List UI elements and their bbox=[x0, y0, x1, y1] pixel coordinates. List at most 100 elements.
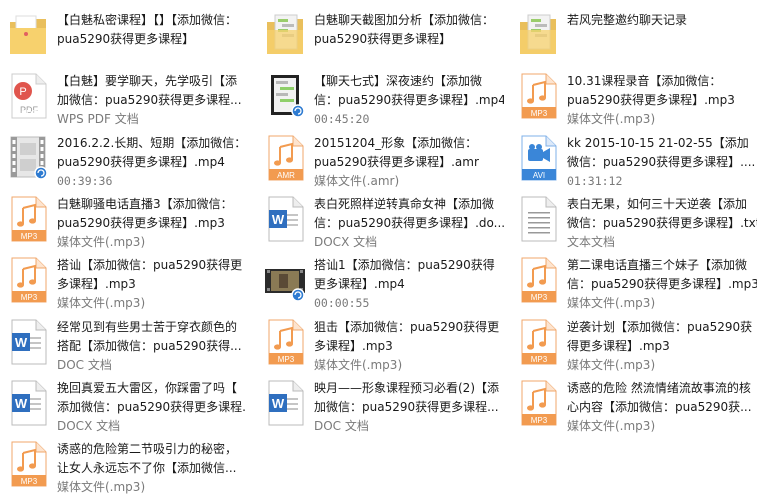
file-type-badge: MP3 bbox=[278, 355, 295, 364]
video-thumbnail-icon bbox=[265, 257, 305, 303]
file-item[interactable]: P PDF PDF 【白魅】要学聊天，先学吸引【添 加微信：pua5290获得更多… bbox=[4, 69, 254, 127]
file-name: 狙击【添加微信：pua5290获得更 多课程】.mp3 bbox=[314, 319, 500, 353]
audio-file-icon: MP3 bbox=[518, 319, 558, 365]
video-file-icon bbox=[8, 135, 48, 181]
file-name: 搭讪【添加微信：pua5290获得更 多课程】.mp3 bbox=[57, 258, 243, 292]
file-name: 经常见到有些男士苦于穿衣颜色的 搭配【添加微信：pua5290获得... bbox=[57, 319, 242, 353]
file-type-label: DOCX 文档 bbox=[314, 234, 378, 249]
file-item[interactable]: MP3 逆袭计划【添加微信：pua5290获 得更多课程】.mp3 媒体文件(.mp… bbox=[514, 315, 764, 373]
file-name: 第二课电话直播三个妹子【添加微 信：pua5290获得更多课程】.mp3 bbox=[567, 258, 757, 292]
text-file-icon bbox=[518, 196, 558, 242]
folder-icon bbox=[265, 12, 305, 58]
file-name: 10.31课程录音【添加微信： pua5290获得更多课程】.mp3 bbox=[567, 74, 735, 108]
svg-text:W: W bbox=[272, 396, 285, 411]
file-type-badge: MP3 bbox=[531, 355, 548, 364]
folder-icon bbox=[8, 12, 48, 58]
file-type-badge: MP3 bbox=[531, 109, 548, 118]
file-type-badge: MP3 bbox=[21, 477, 38, 486]
duration-label: 00:39:36 bbox=[57, 173, 113, 188]
word-document-icon: W bbox=[265, 380, 305, 426]
duration-label: 00:00:55 bbox=[314, 296, 370, 311]
file-name: 【白魅私密课程】【】【添加微信： pua5290获得更多课程】 bbox=[57, 13, 238, 46]
file-item[interactable]: W 表白死照样逆转真命女神【添加微 信：pua5290获得更多课程】.do...… bbox=[261, 192, 511, 250]
svg-text:W: W bbox=[272, 212, 285, 227]
file-type-badge: PDF bbox=[21, 109, 37, 118]
file-name: 【聊天七式】深夜速约【添加微 信：pua5290获得更多课程】.mp4 bbox=[314, 74, 504, 108]
file-name: 搭讪1【添加微信：pua5290获得 更多课程】.mp4 bbox=[314, 258, 495, 292]
file-type-label: 媒体文件(.mp3) bbox=[567, 357, 656, 372]
word-document-icon: W bbox=[265, 196, 305, 242]
file-type-label: DOC 文档 bbox=[57, 357, 112, 372]
file-item[interactable]: AVI kk 2015-10-15 21-02-55【添加 微信：pua5290获… bbox=[514, 131, 764, 189]
file-item[interactable]: MP3 狙击【添加微信：pua5290获得更 多课程】.mp3 媒体文件(.mp3) bbox=[261, 315, 511, 373]
file-name: 白魅聊天截图加分析【添加微信： pua5290获得更多课程】 bbox=[314, 13, 495, 46]
file-item[interactable]: MP3 诱惑的危险 然流情绪流故事流的核 心内容【添加微信：pua5290获...… bbox=[514, 376, 764, 434]
file-type-label: WPS PDF 文档 bbox=[57, 112, 139, 127]
file-name: 表白死照样逆转真命女神【添加微 信：pua5290获得更多课程】.do... bbox=[314, 196, 504, 230]
file-item[interactable]: MP3 白魅聊骚电话直播3【添加微信： pua5290获得更多课程】.mp3 媒体文… bbox=[4, 192, 254, 250]
folder-item[interactable]: 白魅聊天截图加分析【添加微信： pua5290获得更多课程】 bbox=[261, 8, 511, 66]
file-type-label: 媒体文件(.mp3) bbox=[567, 418, 656, 433]
word-document-icon: W bbox=[8, 380, 48, 426]
file-type-label: 媒体文件(.mp3) bbox=[567, 296, 656, 311]
file-name: 挽回真爱五大雷区，你踩雷了吗【 添加微信：pua5290获得更多课程... bbox=[57, 380, 247, 414]
file-item[interactable]: 【聊天七式】深夜速约【添加微 信：pua5290获得更多课程】.mp4 00:45… bbox=[261, 69, 511, 127]
video-thumbnail-icon bbox=[265, 73, 305, 119]
file-type-label: 媒体文件(.mp3) bbox=[57, 480, 146, 495]
audio-file-icon: MP3 bbox=[8, 441, 48, 487]
file-item[interactable]: MP3 搭讪【添加微信：pua5290获得更 多课程】.mp3 媒体文件(.mp3) bbox=[4, 253, 254, 311]
file-name: 若风完整邀约聊天记录 bbox=[567, 13, 688, 27]
duration-label: 01:31:12 bbox=[567, 173, 623, 188]
file-name: 诱惑的危险 然流情绪流故事流的核 心内容【添加微信：pua5290获... bbox=[567, 380, 752, 414]
svg-text:P: P bbox=[19, 86, 26, 98]
file-item[interactable]: W 映月——形象课程预习必看(2)【添 加微信：pua5290获得更多课程...… bbox=[261, 376, 511, 434]
file-type-badge: AVI bbox=[533, 171, 545, 180]
file-name: 白魅聊骚电话直播3【添加微信： pua5290获得更多课程】.mp3 bbox=[57, 196, 233, 230]
svg-text:W: W bbox=[15, 335, 28, 350]
file-name: 诱惑的危险第二节吸引力的秘密， 让女人永远忘不了你【添加微信... bbox=[57, 442, 238, 476]
folder-item[interactable]: 【白魅私密课程】【】【添加微信： pua5290获得更多课程】 bbox=[4, 8, 254, 66]
svg-text:W: W bbox=[15, 396, 28, 411]
file-name: kk 2015-10-15 21-02-55【添加 微信：pua5290获得更多… bbox=[567, 135, 756, 169]
file-type-label: DOC 文档 bbox=[314, 418, 369, 433]
file-type-label: 媒体文件(.amr) bbox=[314, 173, 400, 188]
file-type-label: 媒体文件(.mp3) bbox=[567, 112, 656, 127]
audio-file-icon: MP3 bbox=[518, 380, 558, 426]
file-type-badge: AMR bbox=[277, 171, 295, 180]
folder-icon bbox=[518, 12, 558, 58]
file-type-badge: MP3 bbox=[21, 293, 38, 302]
file-type-badge: MP3 bbox=[531, 293, 548, 302]
file-type-label: 媒体文件(.mp3) bbox=[314, 357, 403, 372]
file-item[interactable]: MP3 10.31课程录音【添加微信： pua5290获得更多课程】.mp3 媒体文… bbox=[514, 69, 764, 127]
file-name: 【白魅】要学聊天，先学吸引【添 加微信：pua5290获得更多课程... bbox=[57, 74, 242, 108]
file-type-badge: MP3 bbox=[21, 232, 38, 241]
audio-file-icon: MP3 bbox=[518, 73, 558, 119]
file-item[interactable]: 搭讪1【添加微信：pua5290获得 更多课程】.mp4 00:00:55 bbox=[261, 253, 511, 311]
audio-file-icon: MP3 bbox=[265, 319, 305, 365]
file-item[interactable]: AMR 20151204_形象【添加微信： pua5290获得更多课程】.amr 媒… bbox=[261, 131, 511, 189]
file-type-label: 媒体文件(.mp3) bbox=[57, 234, 146, 249]
duration-label: 00:45:20 bbox=[314, 112, 370, 127]
audio-file-icon: MP3 bbox=[8, 257, 48, 303]
file-item[interactable]: 2016.2.2.长期、短期【添加微信： pua5290获得更多课程】.mp4 0… bbox=[4, 131, 254, 189]
pdf-file-icon: P PDF PDF bbox=[8, 73, 48, 119]
video-file-icon: AVI bbox=[518, 135, 558, 181]
folder-item[interactable]: 若风完整邀约聊天记录 bbox=[514, 8, 764, 66]
file-type-badge: MP3 bbox=[531, 416, 548, 425]
file-type-label: 文本文档 bbox=[567, 234, 616, 249]
file-type-label: DOCX 文档 bbox=[57, 418, 121, 433]
file-name: 映月——形象课程预习必看(2)【添 加微信：pua5290获得更多课程... bbox=[314, 380, 499, 414]
file-name: 表白无果，如何三十天逆袭【添加 微信：pua5290获得更多课程】.txt bbox=[567, 196, 757, 230]
file-item[interactable]: W 挽回真爱五大雷区，你踩雷了吗【 添加微信：pua5290获得更多课程... D… bbox=[4, 376, 254, 434]
file-item[interactable]: W 经常见到有些男士苦于穿衣颜色的 搭配【添加微信：pua5290获得... DO… bbox=[4, 315, 254, 373]
audio-file-icon: AMR bbox=[265, 135, 305, 181]
file-name: 逆袭计划【添加微信：pua5290获 得更多课程】.mp3 bbox=[567, 319, 753, 353]
file-grid: 【白魅私密课程】【】【添加微信： pua5290获得更多课程】 白魅聊天截图加分… bbox=[0, 0, 766, 494]
word-document-icon: W bbox=[8, 319, 48, 365]
file-item[interactable]: MP3 第二课电话直播三个妹子【添加微 信：pua5290获得更多课程】.mp3 媒… bbox=[514, 253, 764, 311]
audio-file-icon: MP3 bbox=[518, 257, 558, 303]
file-type-label: 媒体文件(.mp3) bbox=[57, 296, 146, 311]
file-item[interactable]: 表白无果，如何三十天逆袭【添加 微信：pua5290获得更多课程】.txt 文本文… bbox=[514, 192, 764, 250]
file-item[interactable]: MP3 诱惑的危险第二节吸引力的秘密， 让女人永远忘不了你【添加微信... 媒体文件… bbox=[4, 437, 254, 495]
audio-file-icon: MP3 bbox=[8, 196, 48, 242]
